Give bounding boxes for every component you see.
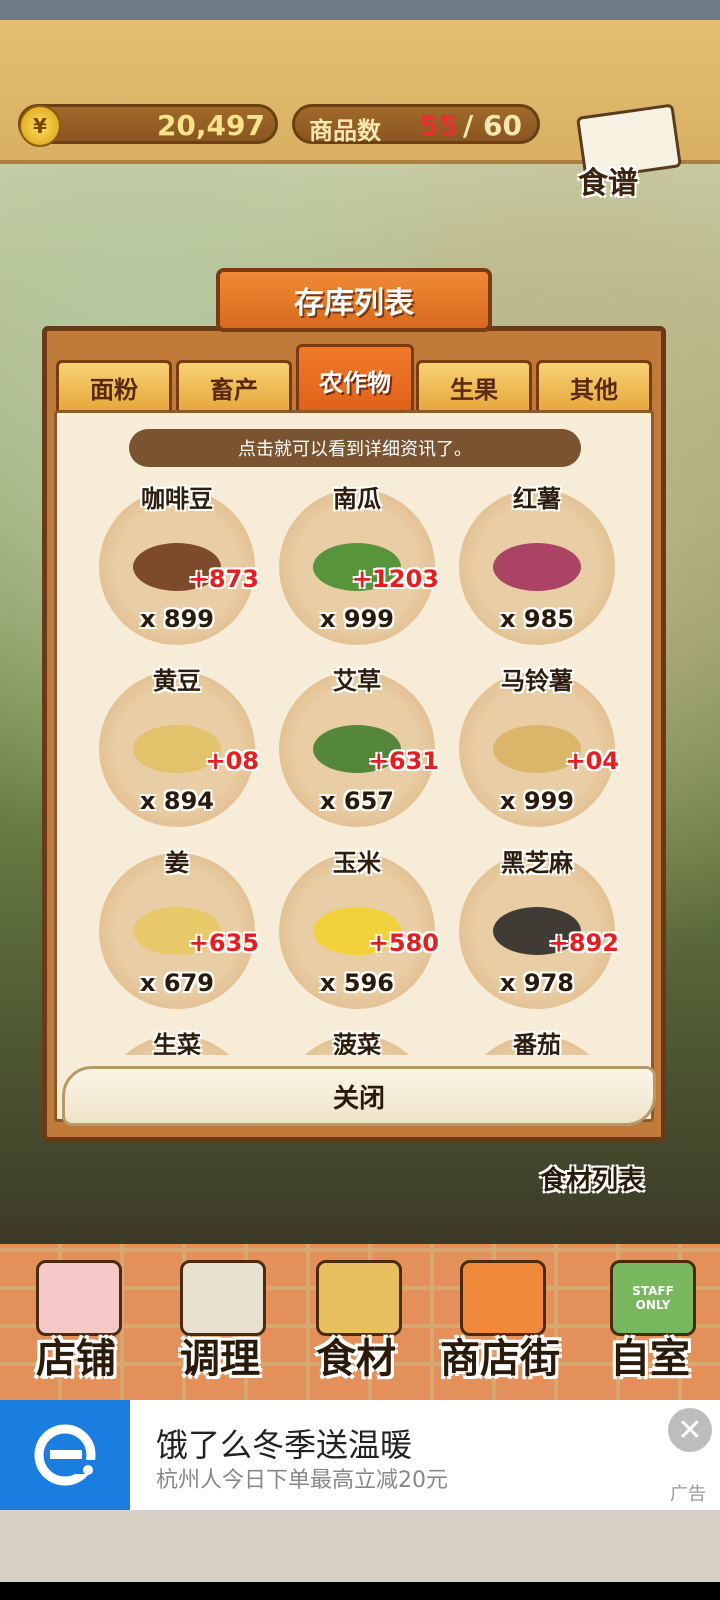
tab-1[interactable]: 畜产 — [176, 360, 292, 412]
item-name: 艾草 — [333, 667, 381, 695]
food-list-label[interactable]: 食材列表 — [540, 1160, 644, 1197]
yen-coin-icon: ¥ — [19, 105, 61, 147]
nav-0[interactable]: 店铺 — [6, 1244, 146, 1394]
recipe-button[interactable]: 食谱 — [572, 100, 684, 208]
goods-label: 商品数 — [309, 117, 381, 145]
nav-4[interactable]: STAFF ONLY 自室 — [580, 1244, 720, 1394]
item-increase: +635 — [188, 929, 259, 957]
item-name: 玉米 — [333, 849, 381, 877]
item-quantity: x 679 — [140, 969, 214, 997]
nav-label: 店铺 — [36, 1336, 116, 1382]
tab-2[interactable]: 农作物 — [296, 344, 414, 414]
item-name: 马铃薯 — [501, 667, 573, 695]
hint-banner: 点击就可以看到详细资讯了。 — [129, 429, 581, 467]
panel-title: 存库列表 — [216, 268, 492, 332]
shop-street-icon — [460, 1260, 546, 1336]
item-6[interactable]: 姜 +635 x 679 — [95, 843, 259, 1015]
nav-2[interactable]: 食材 — [296, 1244, 416, 1394]
item-increase: +892 — [548, 929, 619, 957]
item-10[interactable]: 菠菜 — [275, 1025, 439, 1055]
item-name: 姜 — [165, 849, 189, 877]
goods-separator: / — [463, 109, 474, 142]
item-quantity: x 985 — [500, 605, 574, 633]
item-name: 生菜 — [153, 1031, 201, 1055]
item-name: 黄豆 — [153, 667, 201, 695]
item-quantity: x 999 — [320, 605, 394, 633]
coin-counter: ¥ 20,497 — [18, 104, 278, 147]
item-quantity: x 978 — [500, 969, 574, 997]
flour-sack-icon — [316, 1260, 402, 1336]
item-name: 红薯 — [513, 485, 561, 513]
inventory-content: 点击就可以看到详细资讯了。 咖啡豆 +873 x 899 南瓜 +1203 x 999 红薯… — [54, 410, 654, 1122]
nav-label: 调理 — [180, 1336, 260, 1382]
ad-close-button[interactable]: ✕ — [668, 1408, 712, 1452]
item-name: 菠菜 — [333, 1031, 381, 1055]
item-9[interactable]: 生菜 — [95, 1025, 259, 1055]
item-name: 咖啡豆 — [141, 485, 213, 513]
cake-icon — [36, 1260, 122, 1336]
item-3[interactable]: 黄豆 +08 x 894 — [95, 661, 259, 833]
item-0[interactable]: 咖啡豆 +873 x 899 — [95, 479, 259, 651]
status-bar — [0, 0, 720, 20]
item-2[interactable]: 红薯 x 985 — [455, 479, 619, 651]
item-increase: +1203 — [352, 565, 439, 593]
sweet-potato-icon — [477, 523, 597, 603]
coin-value: 20,497 — [156, 109, 265, 142]
item-increase: +580 — [368, 929, 439, 957]
nav-3[interactable]: 商店街 — [422, 1244, 578, 1394]
eleme-logo-icon — [0, 1400, 130, 1510]
item-quantity: x 999 — [500, 787, 574, 815]
item-increase: +08 — [205, 747, 259, 775]
goods-counter: 商品数 55 / 60 — [292, 104, 540, 145]
item-increase: +04 — [565, 747, 619, 775]
item-name: 番茄 — [513, 1031, 561, 1055]
item-name: 黑芝麻 — [501, 849, 573, 877]
item-1[interactable]: 南瓜 +1203 x 999 — [275, 479, 439, 651]
item-increase: +631 — [368, 747, 439, 775]
ad-title: 饿了么冬季送温暖 — [156, 1426, 413, 1464]
close-button[interactable]: 关闭 — [62, 1066, 656, 1126]
nav-label: 商店街 — [440, 1336, 560, 1382]
tab-4[interactable]: 其他 — [536, 360, 652, 412]
ad-banner[interactable]: 饿了么冬季送温暖 杭州人今日下单最高立减20元 广告 — [0, 1400, 720, 1510]
item-grid[interactable]: 咖啡豆 +873 x 899 南瓜 +1203 x 999 红薯 x 985 黄豆 +08 x 89… — [57, 479, 651, 1055]
nav-1[interactable]: 调理 — [150, 1244, 290, 1394]
item-11[interactable]: 番茄 — [455, 1025, 619, 1055]
item-quantity: x 894 — [140, 787, 214, 815]
system-nav-bar — [0, 1582, 720, 1600]
item-name: 南瓜 — [333, 485, 381, 513]
item-increase: +873 — [188, 565, 259, 593]
staff-only-door-icon: STAFF ONLY — [610, 1260, 696, 1336]
item-quantity: x 596 — [320, 969, 394, 997]
tab-3[interactable]: 生果 — [416, 360, 532, 412]
tab-0[interactable]: 面粉 — [56, 360, 172, 412]
nav-label: 自室 — [610, 1336, 690, 1382]
item-5[interactable]: 马铃薯 +04 x 999 — [455, 661, 619, 833]
bottom-area — [0, 1510, 720, 1582]
item-8[interactable]: 黑芝麻 +892 x 978 — [455, 843, 619, 1015]
recipe-label: 食谱 — [578, 166, 638, 201]
goods-current: 55 — [419, 109, 458, 142]
item-quantity: x 899 — [140, 605, 214, 633]
goods-max: 60 — [483, 109, 522, 142]
ad-tag: 广告 — [670, 1484, 706, 1505]
item-7[interactable]: 玉米 +580 x 596 — [275, 843, 439, 1015]
item-quantity: x 657 — [320, 787, 394, 815]
mixing-bowl-icon — [180, 1260, 266, 1336]
item-4[interactable]: 艾草 +631 x 657 — [275, 661, 439, 833]
nav-label: 食材 — [316, 1336, 396, 1382]
ad-subtitle: 杭州人今日下单最高立减20元 — [156, 1468, 448, 1493]
